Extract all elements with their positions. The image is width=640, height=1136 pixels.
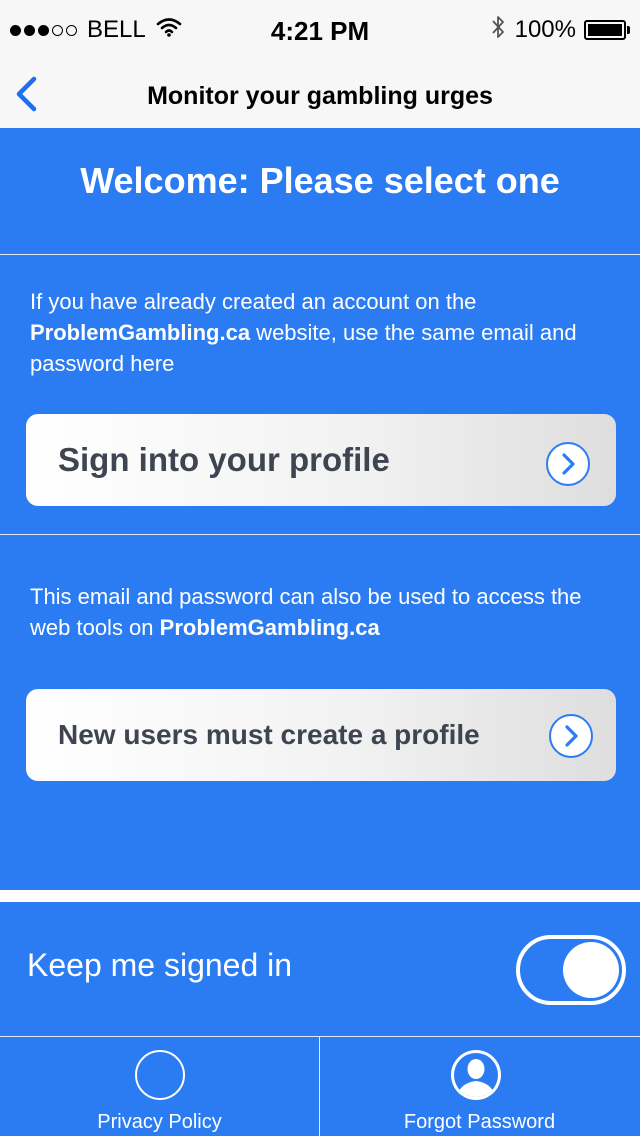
status-bar: BELL 4:21 PM 100% <box>0 0 640 60</box>
divider <box>0 534 640 535</box>
sign-in-button[interactable]: Sign into your profile <box>26 414 616 506</box>
keep-signed-in-label: Keep me signed in <box>27 947 293 983</box>
create-profile-button[interactable]: New users must create a profile <box>26 689 616 781</box>
signin-info-text: If you have already created an account o… <box>30 286 620 379</box>
circle-icon <box>135 1050 185 1100</box>
divider <box>0 254 640 255</box>
battery-icon <box>584 20 630 40</box>
tab-privacy-policy[interactable]: Privacy Policy <box>0 1037 319 1136</box>
keep-signed-in-toggle[interactable] <box>516 935 626 1005</box>
chevron-right-circle-icon <box>549 714 593 758</box>
toggle-knob <box>563 942 619 998</box>
page-title: Monitor your gambling urges <box>147 82 493 110</box>
bluetooth-icon <box>491 14 505 47</box>
navigation-bar: Monitor your gambling urges <box>0 60 640 128</box>
tab-forgot-password[interactable]: Forgot Password <box>320 1037 639 1136</box>
chevron-right-circle-icon <box>546 442 590 486</box>
user-icon <box>451 1050 501 1100</box>
create-profile-button-label: New users must create a profile <box>58 719 480 750</box>
tab-label: Forgot Password <box>403 1111 556 1133</box>
section-separator <box>0 890 640 902</box>
brand-name: ProblemGambling.ca <box>159 615 380 640</box>
create-info-text: This email and password can also be used… <box>30 581 620 643</box>
tab-label: Privacy Policy <box>97 1111 222 1133</box>
signin-info-text-part: If you have already created an account o… <box>30 289 477 314</box>
sign-in-button-label: Sign into your profile <box>58 441 390 478</box>
brand-name: ProblemGambling.ca <box>30 320 251 345</box>
status-right: 100% <box>491 14 630 47</box>
welcome-heading: Welcome: Please select one <box>80 160 560 201</box>
battery-percentage: 100% <box>514 16 576 43</box>
